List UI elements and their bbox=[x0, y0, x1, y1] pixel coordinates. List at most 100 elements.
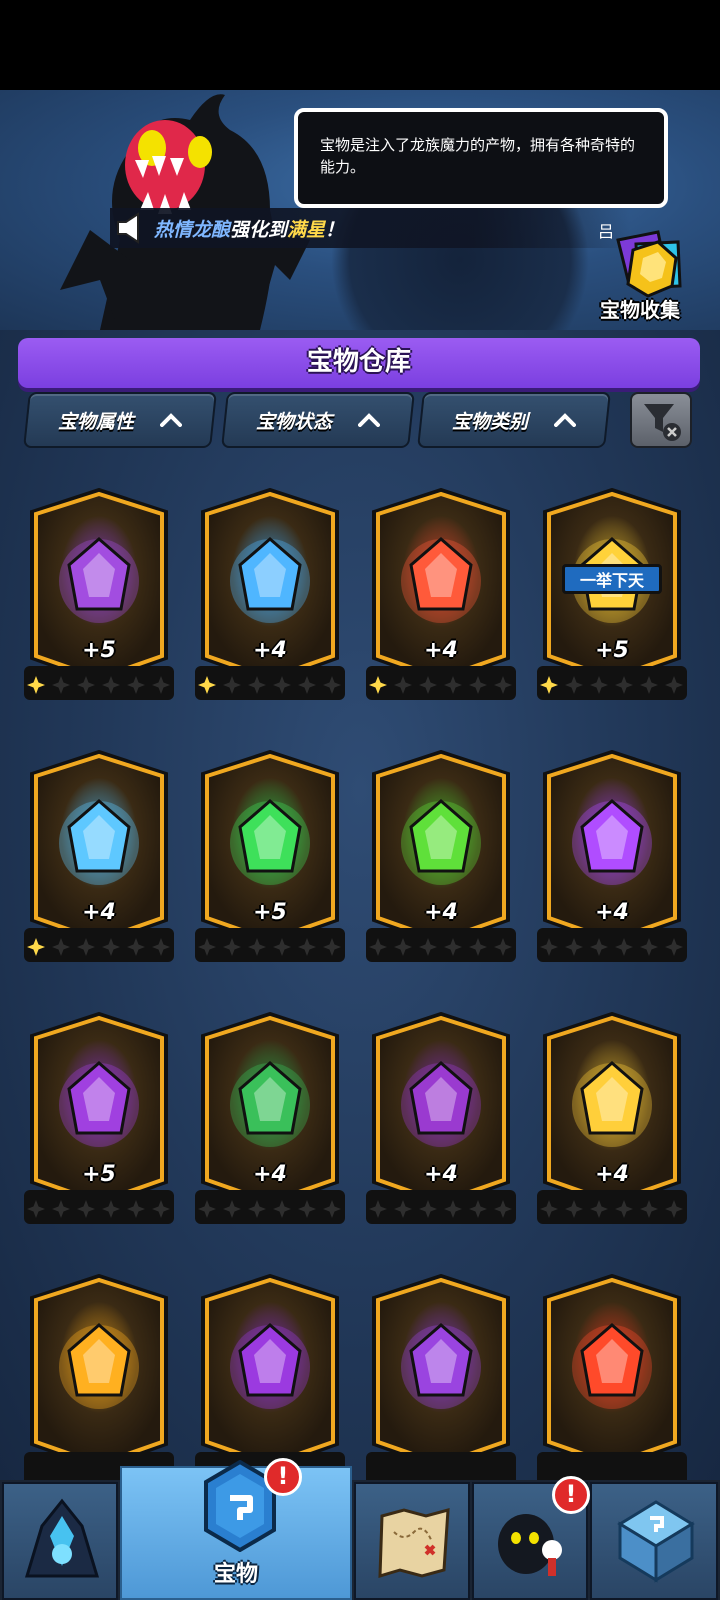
star-empty-icon bbox=[323, 1200, 341, 1218]
golden-doll-icon bbox=[572, 1061, 652, 1147]
treasure-card[interactable]: +4 bbox=[535, 750, 689, 986]
nav-tab-house[interactable] bbox=[590, 1482, 718, 1600]
star-empty-icon bbox=[152, 1200, 170, 1218]
star-empty-icon bbox=[419, 676, 437, 694]
treasure-level: +4 bbox=[253, 638, 287, 663]
star-empty-icon bbox=[640, 676, 658, 694]
star-empty-icon bbox=[298, 676, 316, 694]
star-empty-icon bbox=[469, 938, 487, 956]
treasure-level: +5 bbox=[82, 638, 116, 663]
clear-filter-button[interactable] bbox=[630, 392, 692, 448]
star-empty-icon bbox=[494, 1200, 512, 1218]
nav-tab-dragon[interactable] bbox=[2, 1482, 118, 1600]
star-empty-icon bbox=[615, 1200, 633, 1218]
treasure-card[interactable]: +4 bbox=[364, 488, 518, 724]
collection-label: 宝物收集 bbox=[600, 298, 680, 322]
alert-badge: ! bbox=[264, 1458, 302, 1496]
tip-dialog: 宝物是注入了龙族魔力的产物，拥有各种奇特的能力。 bbox=[294, 108, 668, 208]
ice-shield-icon bbox=[230, 537, 310, 623]
star-rating bbox=[198, 676, 341, 694]
treasure-card[interactable]: +4 bbox=[364, 750, 518, 986]
star-rating bbox=[540, 1200, 683, 1218]
filter-label: 宝物类别 bbox=[451, 410, 528, 433]
warehouse-panel: 宝物仓库 宝物属性 宝物状态 宝物类别 +5 +4 +4 一举下天 +5 +4 … bbox=[0, 330, 720, 1486]
treasure-card[interactable]: +4 bbox=[364, 1012, 518, 1248]
nav-tab-map[interactable] bbox=[354, 1482, 470, 1600]
star-empty-icon bbox=[152, 938, 170, 956]
treasure-art: 一举下天 bbox=[562, 524, 662, 634]
star-empty-icon bbox=[127, 1200, 145, 1218]
star-empty-icon bbox=[248, 1200, 266, 1218]
star-rating bbox=[198, 1200, 341, 1218]
star-empty-icon bbox=[298, 1200, 316, 1218]
filter-status-button[interactable]: 宝物状态 bbox=[221, 392, 415, 448]
treasure-card[interactable]: +5 bbox=[193, 750, 347, 986]
treasure-art bbox=[391, 1048, 491, 1158]
treasure-card[interactable] bbox=[364, 1274, 518, 1510]
treasure-card[interactable]: +5 bbox=[22, 1012, 176, 1248]
star-filled-icon bbox=[27, 676, 45, 694]
star-empty-icon bbox=[127, 938, 145, 956]
star-empty-icon bbox=[369, 1200, 387, 1218]
treasure-level: +4 bbox=[424, 638, 458, 663]
filter-attribute-button[interactable]: 宝物属性 bbox=[23, 392, 217, 448]
star-empty-icon bbox=[369, 938, 387, 956]
fire-pot-icon bbox=[572, 1323, 652, 1409]
treasure-card[interactable]: +5 bbox=[22, 488, 176, 724]
star-empty-icon bbox=[590, 938, 608, 956]
star-empty-icon bbox=[52, 1200, 70, 1218]
star-empty-icon bbox=[615, 938, 633, 956]
treasure-art bbox=[391, 1310, 491, 1420]
chevron-up-icon bbox=[554, 413, 576, 427]
news-highlight: 满星 bbox=[287, 218, 326, 241]
star-empty-icon bbox=[394, 1200, 412, 1218]
treasure-level: +4 bbox=[82, 900, 116, 925]
speaker-icon bbox=[117, 212, 139, 244]
status-bar bbox=[0, 0, 720, 90]
star-empty-icon bbox=[102, 676, 120, 694]
star-empty-icon bbox=[540, 938, 558, 956]
plaque-text: 一举下天 bbox=[562, 564, 662, 594]
treasure-card[interactable]: +4 bbox=[193, 1012, 347, 1248]
news-ticker: 热情龙酿 强化到 满星 ！ bbox=[110, 208, 630, 248]
nav-tab-treasure[interactable]: ! 宝物 bbox=[120, 1458, 352, 1600]
star-empty-icon bbox=[127, 676, 145, 694]
star-empty-icon bbox=[77, 1200, 95, 1218]
green-orb-icon bbox=[230, 799, 310, 885]
golden-bat-wing-icon bbox=[59, 1323, 139, 1409]
star-empty-icon bbox=[590, 1200, 608, 1218]
news-mid-text: 强化到 bbox=[230, 218, 288, 241]
treasure-card[interactable]: 一举下天 +5 bbox=[535, 488, 689, 724]
star-empty-icon bbox=[419, 1200, 437, 1218]
star-rating bbox=[27, 676, 170, 694]
star-empty-icon bbox=[198, 938, 216, 956]
nav-label-treasure: 宝物 bbox=[213, 1562, 258, 1587]
star-empty-icon bbox=[52, 676, 70, 694]
treasure-level: +4 bbox=[424, 1162, 458, 1187]
alert-badge: ! bbox=[552, 1476, 590, 1514]
star-empty-icon bbox=[444, 938, 462, 956]
treasure-level: +5 bbox=[595, 638, 629, 663]
treasure-card[interactable]: +4 bbox=[22, 750, 176, 986]
treasure-level: +4 bbox=[424, 900, 458, 925]
treasure-art bbox=[562, 786, 662, 896]
chevron-up-icon bbox=[358, 413, 380, 427]
filter-label: 宝物属性 bbox=[57, 410, 134, 433]
star-empty-icon bbox=[198, 1200, 216, 1218]
star-filled-icon bbox=[198, 676, 216, 694]
treasure-card[interactable]: +4 bbox=[535, 1012, 689, 1248]
treasure-card[interactable] bbox=[535, 1274, 689, 1510]
star-rating bbox=[369, 938, 512, 956]
treasure-art bbox=[49, 1310, 149, 1420]
star-empty-icon bbox=[102, 1200, 120, 1218]
star-rating bbox=[540, 938, 683, 956]
nav-tab-creature[interactable]: ! bbox=[472, 1476, 590, 1600]
bottom-nav: ! 宝物 ! bbox=[0, 1458, 720, 1600]
star-empty-icon bbox=[298, 938, 316, 956]
treasure-card[interactable]: +4 bbox=[193, 488, 347, 724]
filter-category-button[interactable]: 宝物类别 bbox=[417, 392, 611, 448]
purple-chest-icon bbox=[59, 537, 139, 623]
treasure-map-icon bbox=[378, 1507, 450, 1579]
hero-banner: 宝物是注入了龙族魔力的产物，拥有各种奇特的能力。 热情龙酿 强化到 满星 ！ 吕… bbox=[0, 90, 720, 330]
chevron-up-icon bbox=[160, 413, 182, 427]
